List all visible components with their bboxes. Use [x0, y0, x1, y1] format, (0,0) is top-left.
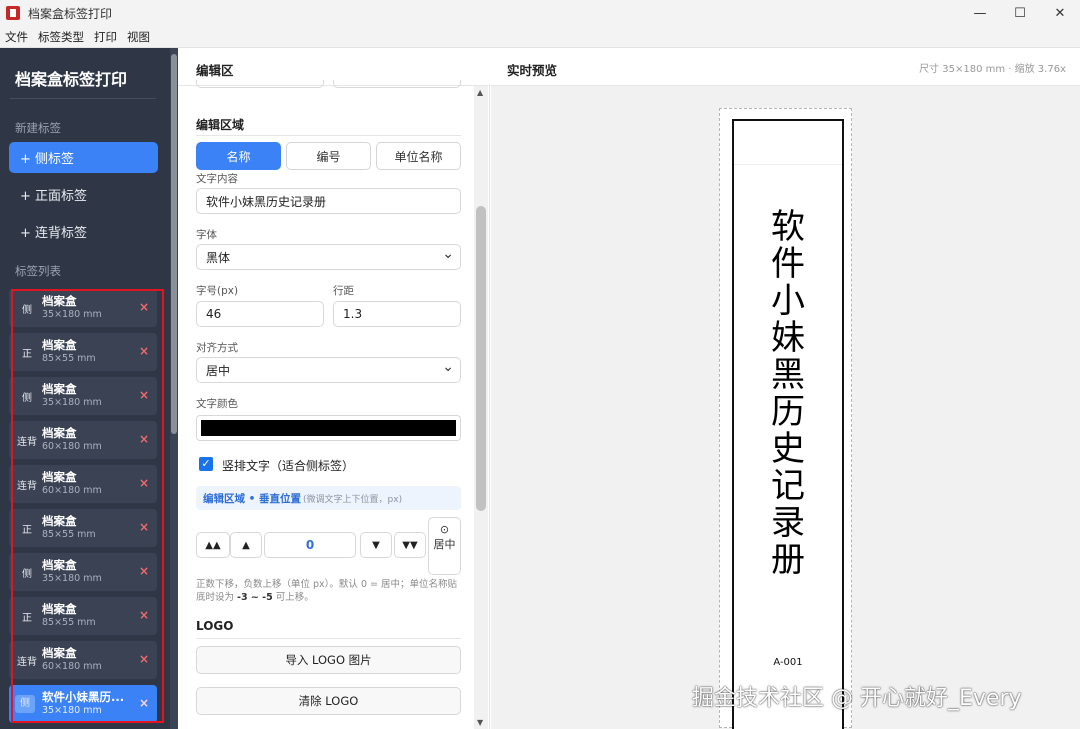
- close-button[interactable]: ✕: [1040, 0, 1080, 26]
- window-title: 档案盒标签打印: [28, 6, 113, 21]
- clipped-input: [333, 80, 461, 88]
- scroll-down-icon[interactable]: ▼: [477, 718, 483, 727]
- text-color-label: 文字颜色: [196, 398, 238, 410]
- font-size-input[interactable]: 46: [196, 301, 324, 327]
- new-back-label-button[interactable]: + 连背标签: [9, 216, 158, 247]
- vertical-position-hint: (微调文字上下位置，px): [303, 494, 403, 505]
- new-label-section: 新建标签: [15, 121, 61, 135]
- new-side-label-button[interactable]: + 侧标签: [9, 142, 158, 173]
- divider: [196, 135, 461, 136]
- sidebar-scrollbar-thumb[interactable]: [171, 54, 177, 434]
- label-preview-code: A-001: [773, 657, 803, 668]
- offset-hint-text: 正数下移，负数上移（单位 px）。默认 0 = 居中；单位名称贴底时设为: [196, 579, 457, 603]
- vertical-position-info: 编辑区域 • 垂直位置 (微调文字上下位置，px): [196, 486, 461, 510]
- label-canvas: 软件小妹黑历史记录册 A-001: [719, 108, 852, 729]
- sidebar-scrollbar[interactable]: [170, 48, 178, 729]
- editor-header: 编辑区: [178, 48, 490, 88]
- color-swatch-fill: [201, 420, 456, 436]
- clipped-input: [196, 80, 324, 88]
- line-height-label: 行距: [333, 285, 354, 297]
- line-height-input[interactable]: 1.3: [333, 301, 461, 327]
- font-label: 字体: [196, 229, 217, 241]
- scroll-up-icon[interactable]: ▲: [477, 88, 483, 97]
- menu-label-type[interactable]: 标签类型: [33, 29, 89, 45]
- editor-panel: 编辑区 编辑区域 名称 编号 单位名称 文字内容 软件小妹黑历史记录册 字体 黑…: [178, 48, 490, 729]
- center-label: 居中: [433, 538, 456, 551]
- offset-hint-suffix: 可上移。: [272, 592, 314, 603]
- new-front-label-button[interactable]: + 正面标签: [9, 179, 158, 210]
- vertical-offset-input[interactable]: 0: [264, 532, 356, 558]
- title-bar: 档案盒标签打印 — ☐ ✕: [0, 0, 1080, 26]
- maximize-button[interactable]: ☐: [1000, 0, 1040, 26]
- offset-hint: 正数下移，负数上移（单位 px）。默认 0 = 居中；单位名称贴底时设为 -3 …: [196, 578, 461, 604]
- menu-bar: 文件 标签类型 打印 视图: [0, 26, 1080, 48]
- menu-file[interactable]: 文件: [0, 29, 33, 45]
- segment-unit-name[interactable]: 单位名称: [376, 142, 461, 170]
- vertical-position-title: 编辑区域 • 垂直位置: [203, 492, 302, 505]
- text-content-input[interactable]: 软件小妹黑历史记录册: [196, 188, 461, 214]
- editor-title: 编辑区: [196, 63, 234, 78]
- vertical-text-checkbox[interactable]: ✓: [199, 457, 213, 471]
- offset-hint-range: -3 ~ -5: [237, 592, 273, 603]
- move-up-button[interactable]: ▲: [230, 532, 262, 558]
- segment-name[interactable]: 名称: [196, 142, 281, 170]
- app-icon: [6, 6, 20, 20]
- minimize-button[interactable]: —: [960, 0, 1000, 26]
- move-down-large-button[interactable]: ▼▼: [394, 532, 426, 558]
- label-preview-text: 软件小妹黑历史记录册: [771, 207, 805, 580]
- menu-view[interactable]: 视图: [122, 29, 155, 45]
- brand-title: 档案盒标签打印: [15, 70, 128, 89]
- clear-logo-button[interactable]: 清除 LOGO: [196, 687, 461, 715]
- preview-meta: 尺寸 35×180 mm · 缩放 3.76x: [919, 64, 1066, 75]
- menu-print[interactable]: 打印: [89, 29, 122, 45]
- segment-number[interactable]: 编号: [286, 142, 371, 170]
- preview-header: 实时预览 尺寸 35×180 mm · 缩放 3.76x: [491, 48, 1080, 86]
- label-list-section: 标签列表: [15, 264, 61, 278]
- divider: [10, 98, 156, 99]
- center-button[interactable]: ⊙ 居中: [428, 517, 461, 575]
- align-label: 对齐方式: [196, 342, 238, 354]
- watermark: 掘金技术社区 @ 开心就好_Every: [692, 686, 1022, 711]
- editor-scrollbar[interactable]: ▲ ▼: [474, 86, 488, 729]
- label-preview: 软件小妹黑历史记录册 A-001: [732, 119, 844, 729]
- edit-area-heading: 编辑区域: [196, 118, 245, 132]
- editor-scrollbar-thumb[interactable]: [476, 206, 486, 511]
- preview-title: 实时预览: [507, 63, 558, 78]
- divider: [196, 638, 461, 639]
- font-select[interactable]: 黑体: [196, 244, 461, 270]
- logo-area: [734, 121, 842, 165]
- align-select[interactable]: 居中: [196, 357, 461, 383]
- text-color-picker[interactable]: [196, 415, 461, 441]
- logo-heading: LOGO: [196, 619, 234, 633]
- text-content-label: 文字内容: [196, 173, 238, 185]
- center-icon: ⊙: [439, 523, 450, 536]
- move-up-large-button[interactable]: ▲▲: [196, 532, 230, 558]
- preview-panel: 实时预览 尺寸 35×180 mm · 缩放 3.76x 软件小妹黑历史记录册 …: [491, 48, 1080, 729]
- highlight-box: [11, 289, 164, 723]
- window-controls: — ☐ ✕: [960, 0, 1080, 26]
- import-logo-button[interactable]: 导入 LOGO 图片: [196, 646, 461, 674]
- font-size-label: 字号(px): [196, 285, 239, 297]
- move-down-button[interactable]: ▼: [360, 532, 392, 558]
- vertical-text-label: 竖排文字（适合侧标签）: [222, 459, 355, 473]
